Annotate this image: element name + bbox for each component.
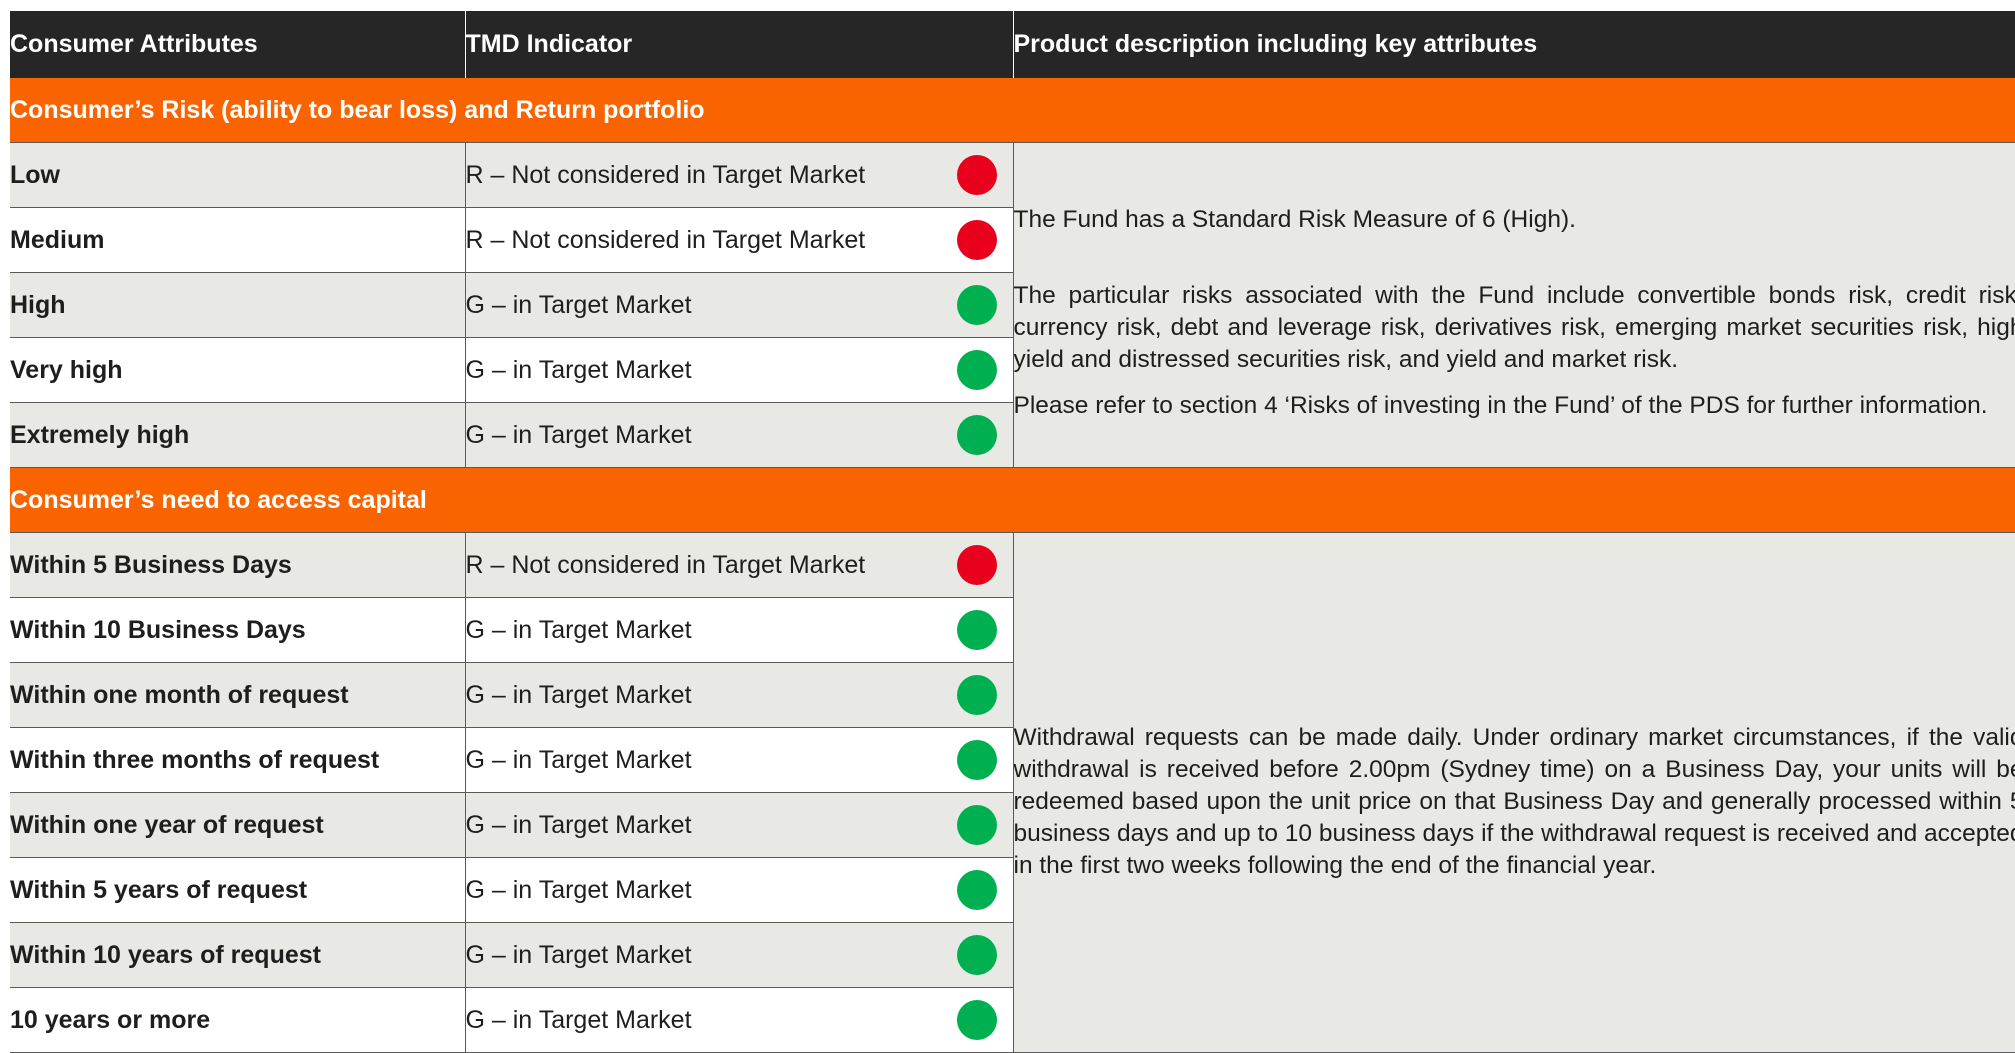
attribute-cell: Within 5 years of request [10, 858, 465, 923]
section-title: Consumer’s Risk (ability to bear loss) a… [10, 78, 2015, 143]
status-green-icon [957, 740, 997, 780]
description-paragraph: The Fund has a Standard Risk Measure of … [1014, 204, 2015, 236]
indicator-label: R – Not considered in Target Market [466, 226, 866, 254]
indicator-cell: G – in Target Market [465, 273, 1013, 338]
indicator-label: G – in Target Market [466, 1006, 692, 1034]
description-paragraph: Please refer to section 4 ‘Risks of inve… [1014, 390, 2015, 422]
indicator-label: G – in Target Market [466, 941, 692, 969]
status-green-icon [957, 675, 997, 715]
status-red-icon [957, 155, 997, 195]
indicator-label: G – in Target Market [466, 746, 692, 774]
status-green-icon [957, 805, 997, 845]
attribute-cell: Within 10 Business Days [10, 598, 465, 663]
attribute-cell: Low [10, 143, 465, 208]
indicator-label: G – in Target Market [466, 876, 692, 904]
status-green-icon [957, 610, 997, 650]
table-row: Low R – Not considered in Target Market … [10, 143, 2015, 208]
indicator-cell: G – in Target Market [465, 338, 1013, 403]
indicator-cell: G – in Target Market [465, 663, 1013, 728]
indicator-cell: R – Not considered in Target Market [465, 208, 1013, 273]
header-tmd-indicator: TMD Indicator [465, 11, 1013, 78]
attribute-cell: Within one year of request [10, 793, 465, 858]
attribute-cell: Within 10 years of request [10, 923, 465, 988]
table-row: Within 5 Business Days R – Not considere… [10, 533, 2015, 598]
status-red-icon [957, 545, 997, 585]
indicator-cell: R – Not considered in Target Market [465, 143, 1013, 208]
indicator-cell: G – in Target Market [465, 793, 1013, 858]
indicator-cell: G – in Target Market [465, 923, 1013, 988]
section-header-capital: Consumer’s need to access capital [10, 468, 2015, 533]
attribute-cell: 10 years or more [10, 988, 465, 1053]
header-row: Consumer Attributes TMD Indicator Produc… [10, 11, 2015, 78]
header-consumer-attributes: Consumer Attributes [10, 11, 465, 78]
header-product-description: Product description including key attrib… [1013, 11, 2015, 78]
section-title: Consumer’s need to access capital [10, 468, 2015, 533]
indicator-cell: G – in Target Market [465, 988, 1013, 1053]
attribute-cell: Medium [10, 208, 465, 273]
description-paragraph: The particular risks associated with the… [1014, 280, 2015, 376]
indicator-label: G – in Target Market [466, 681, 692, 709]
risk-description: The Fund has a Standard Risk Measure of … [1013, 143, 2015, 468]
attribute-cell: Within one month of request [10, 663, 465, 728]
indicator-cell: G – in Target Market [465, 403, 1013, 468]
indicator-cell: G – in Target Market [465, 858, 1013, 923]
indicator-label: R – Not considered in Target Market [466, 551, 866, 579]
description-paragraph: Withdrawal requests can be made daily. U… [1014, 722, 2015, 882]
indicator-label: R – Not considered in Target Market [466, 161, 866, 189]
status-green-icon [957, 285, 997, 325]
attribute-cell: Within 5 Business Days [10, 533, 465, 598]
attribute-cell: Very high [10, 338, 465, 403]
tmd-table: Consumer Attributes TMD Indicator Produc… [10, 11, 2015, 1053]
indicator-label: G – in Target Market [466, 356, 692, 384]
indicator-cell: G – in Target Market [465, 728, 1013, 793]
capital-description: Withdrawal requests can be made daily. U… [1013, 533, 2015, 1053]
status-green-icon [957, 935, 997, 975]
indicator-label: G – in Target Market [466, 421, 692, 449]
indicator-label: G – in Target Market [466, 616, 692, 644]
status-green-icon [957, 350, 997, 390]
indicator-label: G – in Target Market [466, 811, 692, 839]
indicator-label: G – in Target Market [466, 291, 692, 319]
attribute-cell: High [10, 273, 465, 338]
status-green-icon [957, 415, 997, 455]
status-green-icon [957, 870, 997, 910]
indicator-cell: R – Not considered in Target Market [465, 533, 1013, 598]
section-header-risk: Consumer’s Risk (ability to bear loss) a… [10, 78, 2015, 143]
indicator-cell: G – in Target Market [465, 598, 1013, 663]
status-green-icon [957, 1000, 997, 1040]
status-red-icon [957, 220, 997, 260]
attribute-cell: Within three months of request [10, 728, 465, 793]
attribute-cell: Extremely high [10, 403, 465, 468]
